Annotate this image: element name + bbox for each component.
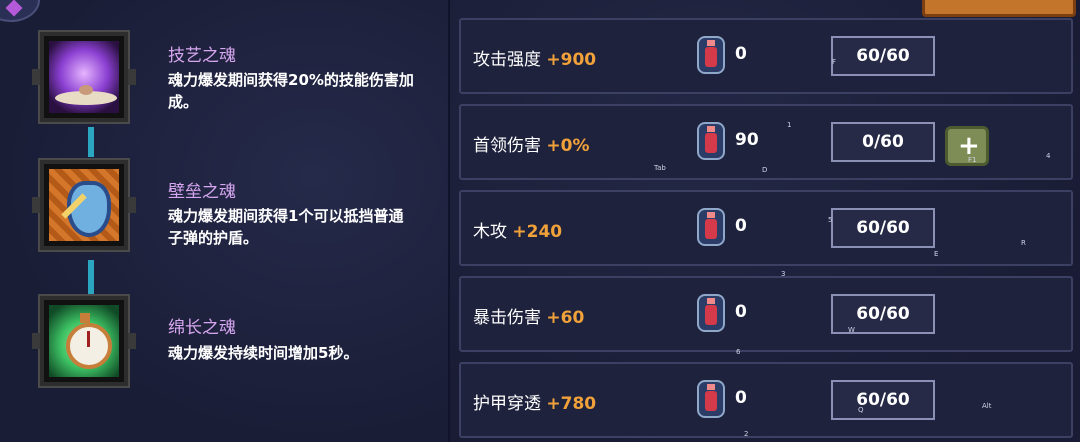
purple-crystal-soul-icon [49,41,119,113]
shield-soul-icon [49,169,119,241]
soul-slot-skill[interactable] [32,32,136,122]
soul-slot-endurance[interactable] [32,296,136,386]
top-action-button[interactable] [922,0,1076,17]
level-display: 60/60 [831,208,935,248]
stat-bonus: +60 [546,308,585,328]
soul-connector [88,260,94,294]
potion-count: 0 [735,388,747,408]
key-hint: 4 [1046,152,1051,160]
upgrade-plus-button[interactable]: + [945,126,989,166]
level-display: 60/60 [831,36,935,76]
key-hint: D [762,166,768,174]
key-hint: 3 [781,270,786,278]
key-hint: 5 [828,216,833,224]
stat-row-crit-damage: 暴击伤害 +60 0 60/60 [459,276,1073,352]
soul-slot-bulwark[interactable] [32,160,136,250]
soul-title: 壁垒之魂 [168,182,236,202]
potion-icon [697,122,725,160]
stat-row-attack: 攻击强度 +900 0 60/60 [459,18,1073,94]
panel-divider [448,0,450,442]
stat-bonus: +240 [512,222,563,242]
level-display: 60/60 [831,294,935,334]
potion-icon [697,294,725,332]
key-hint: Tab [654,164,666,172]
stat-name: 护甲穿透 [473,394,541,414]
stat-name: 暴击伤害 [473,308,541,328]
level-display: 60/60 [831,380,935,420]
stat-bonus: +780 [546,394,597,414]
stat-name: 木攻 [473,222,507,242]
stat-name: 攻击强度 [473,50,541,70]
key-hint: Alt [982,402,992,410]
key-hint: 2 [744,430,749,438]
soul-description: 魂力爆发期间获得1个可以抵挡普通子弹的护盾。 [168,207,404,247]
key-hint: Q [858,406,864,414]
key-hint: F1 [968,156,977,164]
potion-icon [697,380,725,418]
stat-bonus: +0% [546,136,590,156]
potion-count: 0 [735,302,747,322]
key-hint: R [1021,239,1026,247]
key-hint: 6 [736,348,741,356]
key-hint: E [934,250,939,258]
potion-count: 90 [735,130,759,150]
soul-title: 绵长之魂 [168,318,236,338]
potion-count: 0 [735,216,747,236]
potion-icon [697,36,725,74]
stopwatch-soul-icon [49,305,119,377]
key-hint: 1 [787,121,792,129]
soul-title: 技艺之魂 [168,46,236,66]
level-display: 0/60 [831,122,935,162]
stat-row-wood-attack: 木攻 +240 0 60/60 [459,190,1073,266]
stat-row-armor-pen: 护甲穿透 +780 0 60/60 [459,362,1073,438]
soul-connector [88,127,94,157]
potion-count: 0 [735,44,747,64]
potion-icon [697,208,725,246]
key-hint: F [832,58,837,66]
key-hint: W [848,326,855,334]
soul-description: 魂力爆发持续时间增加5秒。 [168,344,359,362]
stat-name: 首领伤害 [473,136,541,156]
stat-bonus: +900 [546,50,597,70]
soul-description: 魂力爆发期间获得20%的技能伤害加成。 [168,71,414,111]
